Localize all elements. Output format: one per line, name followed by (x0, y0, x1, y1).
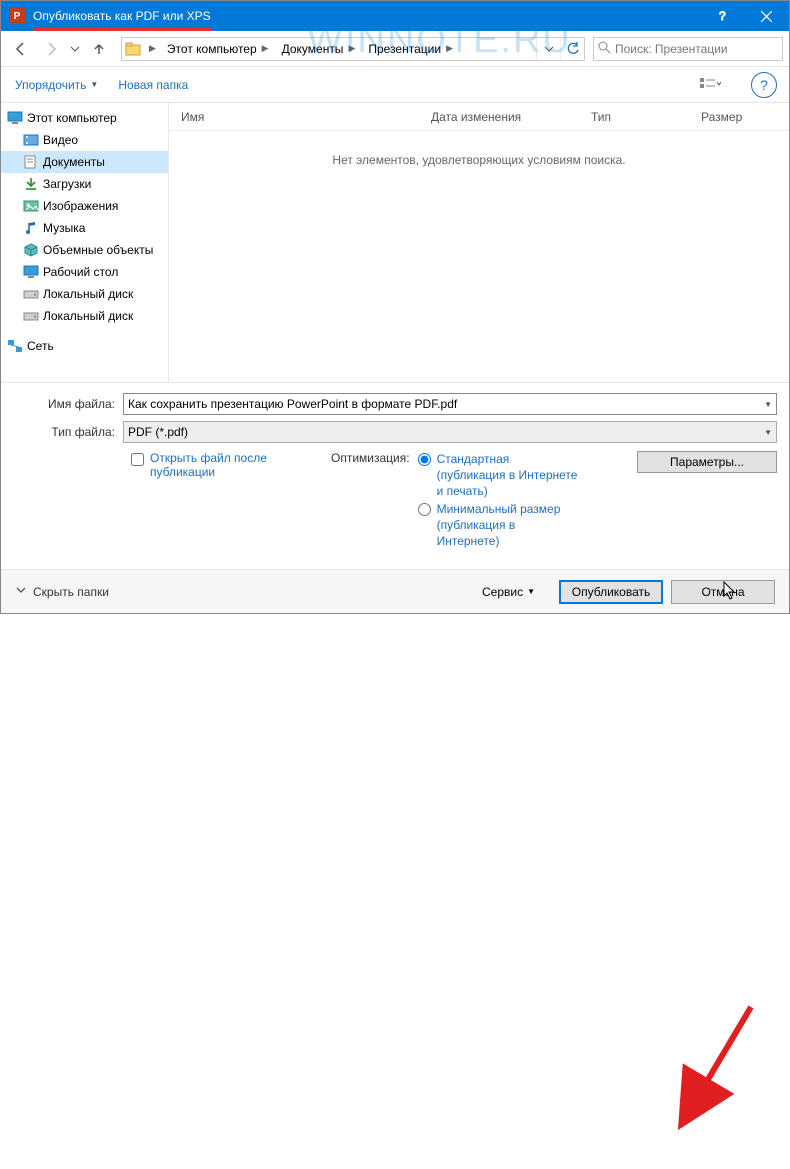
tree-item-label: Документы (43, 155, 105, 169)
open-after-checkbox[interactable] (131, 453, 144, 466)
chevron-down-icon[interactable]: ▼ (764, 428, 772, 437)
image-icon (23, 198, 39, 214)
tree-item-label: Видео (43, 133, 78, 147)
tree-item-label: Музыка (43, 221, 85, 235)
search-icon (598, 41, 611, 57)
options-button[interactable]: Параметры... (637, 451, 777, 473)
filetype-combo[interactable]: PDF (*.pdf) ▼ (123, 421, 777, 443)
cancel-button[interactable]: Отмена (671, 580, 775, 604)
up-button[interactable] (85, 36, 113, 62)
tree-item[interactable]: Локальный диск (1, 305, 168, 327)
svg-text:?: ? (719, 10, 726, 22)
tree-item[interactable]: Рабочий стол (1, 261, 168, 283)
tree-item[interactable]: Видео (1, 129, 168, 151)
column-type[interactable]: Тип (579, 110, 689, 124)
close-button[interactable] (744, 1, 789, 31)
chevron-right-icon[interactable]: ▶ (144, 43, 161, 54)
opt-minimal-radio[interactable]: Минимальный размер (публикация в Интерне… (418, 501, 578, 549)
toolbar: Упорядочить▼ Новая папка ? (1, 67, 789, 103)
refresh-button[interactable] (560, 38, 584, 60)
download-icon (23, 176, 39, 192)
address-bar[interactable]: ▶ Этот компьютер▶ Документы▶ Презентации… (121, 37, 585, 61)
tree-item[interactable]: Локальный диск (1, 283, 168, 305)
annotation-arrow (1, 555, 790, 1169)
chevron-up-icon (15, 584, 27, 599)
hide-folders-button[interactable]: Скрыть папки (15, 584, 109, 599)
tree-item[interactable]: Объемные объекты (1, 239, 168, 261)
organize-menu[interactable]: Упорядочить▼ (13, 74, 100, 96)
help-titlebar-button[interactable]: ? (699, 1, 744, 31)
disk-icon (23, 286, 39, 302)
window-title: Опубликовать как PDF или XPS (33, 9, 699, 23)
tree-this-pc[interactable]: Этот компьютер (1, 107, 168, 129)
filename-input[interactable]: Как сохранить презентацию PowerPoint в ф… (123, 393, 777, 415)
folder-tree[interactable]: Этот компьютер Видео Документы Загрузки Изо… (1, 103, 169, 382)
tree-item-label: Загрузки (43, 177, 91, 191)
column-headers: Имя Дата изменения Тип Размер (169, 103, 789, 131)
publish-button[interactable]: Опубликовать (559, 580, 663, 604)
new-folder-button[interactable]: Новая папка (116, 74, 190, 96)
breadcrumb-item[interactable]: Этот компьютер▶ (161, 38, 276, 60)
3d-icon (23, 242, 39, 258)
help-button[interactable]: ? (751, 72, 777, 98)
filename-label: Имя файла: (13, 397, 123, 411)
computer-icon (7, 110, 23, 126)
forward-button[interactable] (37, 36, 65, 62)
desktop-icon (23, 264, 39, 280)
view-options-button[interactable] (693, 73, 727, 97)
video-icon (23, 132, 39, 148)
chevron-down-icon[interactable]: ▼ (764, 400, 772, 409)
filetype-label: Тип файла: (13, 425, 123, 439)
search-input[interactable]: Поиск: Презентации (593, 37, 783, 61)
tools-menu[interactable]: Сервис▼ (476, 582, 541, 602)
address-dropdown[interactable] (536, 38, 560, 60)
column-date[interactable]: Дата изменения (419, 110, 579, 124)
breadcrumb-item[interactable]: Презентации▶ (362, 38, 460, 60)
save-form: Имя файла: Как сохранить презентацию Pow… (1, 383, 789, 555)
opt-standard-radio[interactable]: Стандартная (публикация в Интернете и пе… (418, 451, 578, 499)
navigation-bar: ▶ Этот компьютер▶ Документы▶ Презентации… (1, 31, 789, 67)
optimization-label: Оптимизация: (331, 451, 410, 465)
tree-item-label: Локальный диск (43, 287, 133, 301)
open-after-label: Открыть файл после публикации (150, 451, 331, 479)
tree-network[interactable]: Сеть (1, 335, 168, 357)
tree-item-label: Рабочий стол (43, 265, 118, 279)
folder-icon (122, 38, 144, 60)
tree-item-label: Локальный диск (43, 309, 133, 323)
tree-item[interactable]: Изображения (1, 195, 168, 217)
back-button[interactable] (7, 36, 35, 62)
title-bar: P Опубликовать как PDF или XPS ? (1, 1, 789, 31)
dialog-footer: Скрыть папки Сервис▼ Опубликовать Отмена (1, 569, 789, 613)
tree-item[interactable]: Загрузки (1, 173, 168, 195)
app-icon: P (9, 8, 25, 24)
tree-item-label: Изображения (43, 199, 118, 213)
network-icon (7, 338, 23, 354)
column-size[interactable]: Размер (689, 110, 769, 124)
disk-icon (23, 308, 39, 324)
tree-item-label: Объемные объекты (43, 243, 153, 257)
recent-button[interactable] (67, 36, 83, 62)
breadcrumb-item[interactable]: Документы▶ (276, 38, 363, 60)
column-name[interactable]: Имя (169, 110, 419, 124)
empty-message: Нет элементов, удовлетворяющих условиям … (169, 131, 789, 382)
file-list[interactable]: Имя Дата изменения Тип Размер Нет элемен… (169, 103, 789, 382)
tree-item[interactable]: Документы (1, 151, 168, 173)
doc-icon (23, 154, 39, 170)
tree-item[interactable]: Музыка (1, 217, 168, 239)
music-icon (23, 220, 39, 236)
